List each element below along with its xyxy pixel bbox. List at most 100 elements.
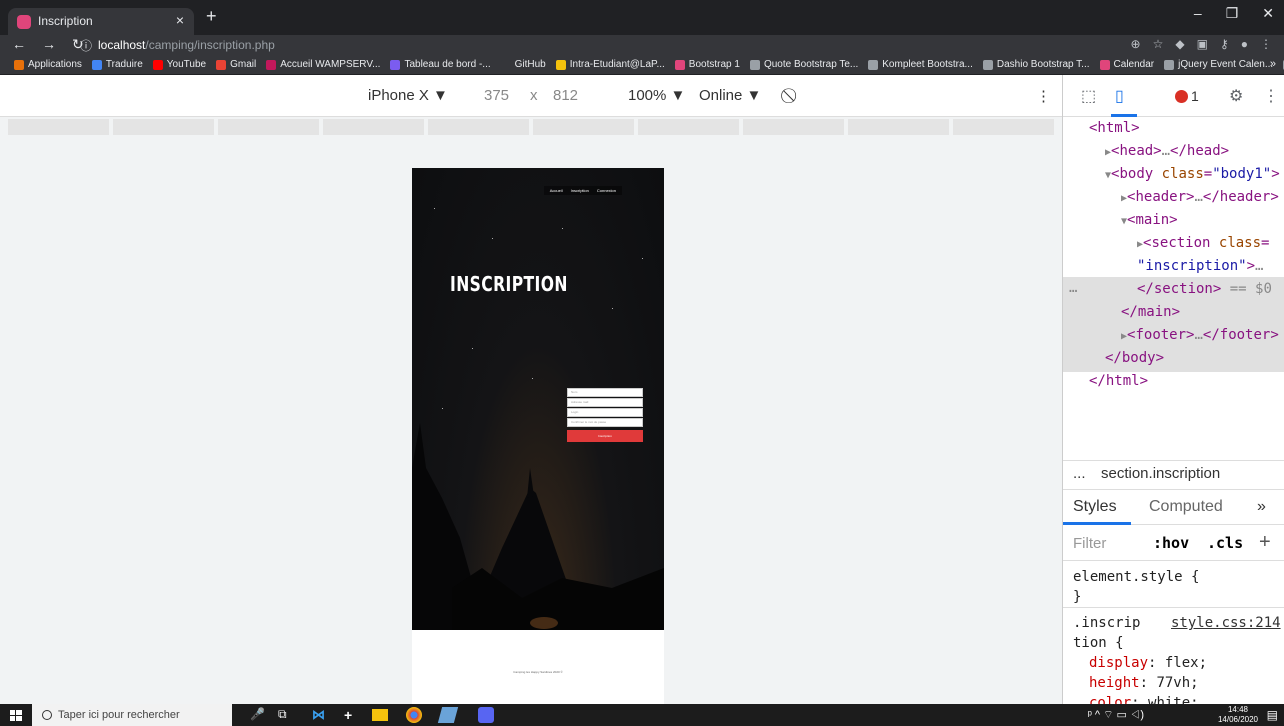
zoom-select[interactable]: 100% ▼ (628, 87, 685, 104)
tab-computed[interactable]: Computed (1149, 498, 1223, 516)
nav-link-inscription[interactable]: Inscription (571, 188, 589, 193)
css-property[interactable]: height: 77vh; (1089, 673, 1199, 693)
profile-icon[interactable]: ● (1241, 37, 1248, 51)
back-icon[interactable]: ← (12, 36, 26, 53)
dom-node-line[interactable]: ▶<header>…</header> (1121, 186, 1279, 210)
new-tab-button[interactable]: + (206, 6, 217, 27)
bookmark-item[interactable]: Intra-Etudiant@LaP... (555, 59, 665, 70)
error-counter[interactable]: 1 (1175, 88, 1199, 104)
menu-icon[interactable]: ⋮ (1260, 37, 1272, 51)
site-nav: Accueil Inscription Connexion (543, 186, 622, 195)
rule-source-link[interactable]: style.css:214 (1171, 613, 1281, 633)
toolbar-icons: ⊕ ☆ ◆ ▣ ⚷ ● ⋮ (1131, 37, 1272, 51)
dom-node-line[interactable]: <html> (1089, 117, 1140, 140)
device-width-input[interactable]: 375 (484, 87, 509, 104)
submit-button[interactable]: Inscription (567, 430, 643, 442)
dom-node-line[interactable]: </section> == $0 (1137, 278, 1272, 301)
dom-tree: … <html> ▶<head>…</head> ▼<body class="bod… (1063, 117, 1284, 457)
taskbar-search-input[interactable]: Taper ici pour rechercher (32, 704, 232, 726)
nav-link-accueil[interactable]: Accueil (550, 188, 563, 193)
zoom-icon[interactable]: ⊕ (1131, 37, 1141, 51)
task-view-icon[interactable]: ⧉ (278, 707, 294, 723)
email-input[interactable]: Adresse mail (567, 398, 643, 407)
breadcrumb-more[interactable]: ... (1073, 465, 1086, 482)
dom-node-line[interactable]: ▼<body class="body1"> (1105, 163, 1280, 187)
minimize-icon[interactable]: – (1194, 5, 1202, 22)
maximize-icon[interactable]: ❐ (1226, 5, 1239, 22)
device-more-icon[interactable]: ⋮ (1036, 87, 1051, 105)
tab-styles[interactable]: Styles (1073, 498, 1117, 516)
dom-node-line[interactable]: </body> (1105, 347, 1164, 370)
bookmark-item[interactable]: Dashio Bootstrap T... (982, 59, 1090, 70)
login-input[interactable]: Login (567, 408, 643, 417)
media-query-bar[interactable] (0, 117, 1062, 137)
notifications-icon[interactable]: ▤ (1267, 708, 1278, 722)
more-tabs-button[interactable]: » (1257, 498, 1266, 516)
breadcrumb-section[interactable]: section.inscription (1101, 465, 1220, 482)
node-actions-icon[interactable]: … (1069, 277, 1077, 300)
windows-start-icon[interactable] (8, 707, 24, 723)
dom-node-line[interactable]: ▶<footer>…</footer> (1121, 324, 1279, 348)
device-select[interactable]: iPhone X ▼ (368, 87, 448, 104)
bookmark-item[interactable]: YouTube (152, 59, 206, 70)
inspect-element-icon[interactable]: ⬚ (1081, 86, 1096, 106)
chrome-icon[interactable] (406, 707, 422, 723)
bookmark-item[interactable]: Tableau de bord -... (390, 59, 491, 70)
extension-icon[interactable]: ▣ (1197, 37, 1208, 51)
tray-icons[interactable]: ᵖ ^ ⌔ ▭ ◁) (1088, 708, 1144, 722)
forward-icon[interactable]: → (42, 36, 56, 53)
mic-icon[interactable]: 🎤 (250, 707, 266, 723)
bookmark-favicon-icon (982, 59, 993, 70)
plus-app-icon[interactable]: + (344, 707, 360, 723)
dom-node-line[interactable]: ▼<main> (1121, 209, 1178, 233)
hover-state-toggle[interactable]: :hov (1153, 534, 1189, 552)
url-host: localhost (98, 38, 146, 52)
css-property[interactable]: display: flex; (1089, 653, 1207, 673)
rule-selector[interactable]: .inscrip (1073, 613, 1140, 633)
page-title: INSCRIPTION (450, 272, 568, 296)
windows-taskbar: Taper ici pour rechercher 🎤 ⧉ ⋈ + ᵖ ^ ⌔ … (0, 704, 1284, 726)
dom-node-line[interactable]: ▶<head>…</head> (1105, 140, 1229, 164)
dom-node-line[interactable]: "inscription">… (1137, 255, 1263, 278)
name-input[interactable]: Nom (567, 388, 643, 397)
bookmark-item[interactable]: Traduire (91, 59, 143, 70)
device-toggle-icon[interactable]: ▯ (1115, 86, 1124, 106)
bookmark-item[interactable]: GitHub (500, 59, 546, 70)
bookmarks-overflow-button[interactable]: » (1270, 58, 1276, 70)
dom-node-line[interactable]: </main> (1121, 301, 1180, 324)
star-icon[interactable]: ☆ (1153, 37, 1164, 51)
close-window-icon[interactable]: ✕ (1262, 5, 1274, 22)
device-height-input[interactable]: 812 (553, 87, 578, 104)
app-icon[interactable] (437, 707, 459, 723)
network-select[interactable]: Online ▼ (699, 87, 761, 104)
bookmark-item[interactable]: Gmail (216, 59, 256, 70)
bookmark-item[interactable]: Accueil WAMPSERV... (266, 59, 380, 70)
element-style-selector[interactable]: element.style { (1073, 567, 1199, 587)
bookmark-favicon-icon (216, 59, 227, 70)
vscode-icon[interactable]: ⋈ (312, 707, 328, 723)
extension-icon[interactable]: ◆ (1175, 37, 1184, 51)
file-explorer-icon[interactable] (372, 709, 388, 721)
devtools-menu-icon[interactable]: ⋮ (1263, 86, 1279, 106)
bookmark-item[interactable]: jQuery Event Calen... (1164, 59, 1273, 70)
confirm-password-input[interactable]: Confirmer le mot de passe (567, 418, 643, 427)
styles-filter-input[interactable]: Filter (1073, 535, 1106, 552)
nav-link-connexion[interactable]: Connexion (597, 188, 616, 193)
bookmark-item[interactable]: Kompleet Bootstra... (868, 59, 973, 70)
discord-icon[interactable] (478, 707, 494, 723)
system-clock[interactable]: 14:48 14/06/2020 (1218, 705, 1258, 725)
dom-node-line[interactable]: </html> (1089, 370, 1148, 393)
info-icon[interactable]: ⓘ (80, 37, 92, 54)
bookmark-item[interactable]: Calendar (1099, 59, 1154, 70)
bookmark-item[interactable]: Applications (14, 59, 82, 70)
class-toggle[interactable]: .cls (1207, 534, 1243, 552)
new-rule-icon[interactable]: + (1259, 531, 1271, 554)
settings-gear-icon[interactable]: ⚙ (1229, 86, 1243, 106)
browser-tab[interactable]: Inscription × (8, 8, 194, 35)
bookmark-item[interactable]: Bootstrap 1 (674, 59, 740, 70)
bookmark-item[interactable]: Quote Bootstrap Te... (749, 59, 858, 70)
key-icon[interactable]: ⚷ (1220, 37, 1229, 51)
tab-close-icon[interactable]: × (176, 12, 184, 28)
dom-node-line[interactable]: ▶<section class= (1137, 232, 1269, 256)
address-bar[interactable]: ⓘ localhost/camping/inscription.php (80, 36, 275, 54)
